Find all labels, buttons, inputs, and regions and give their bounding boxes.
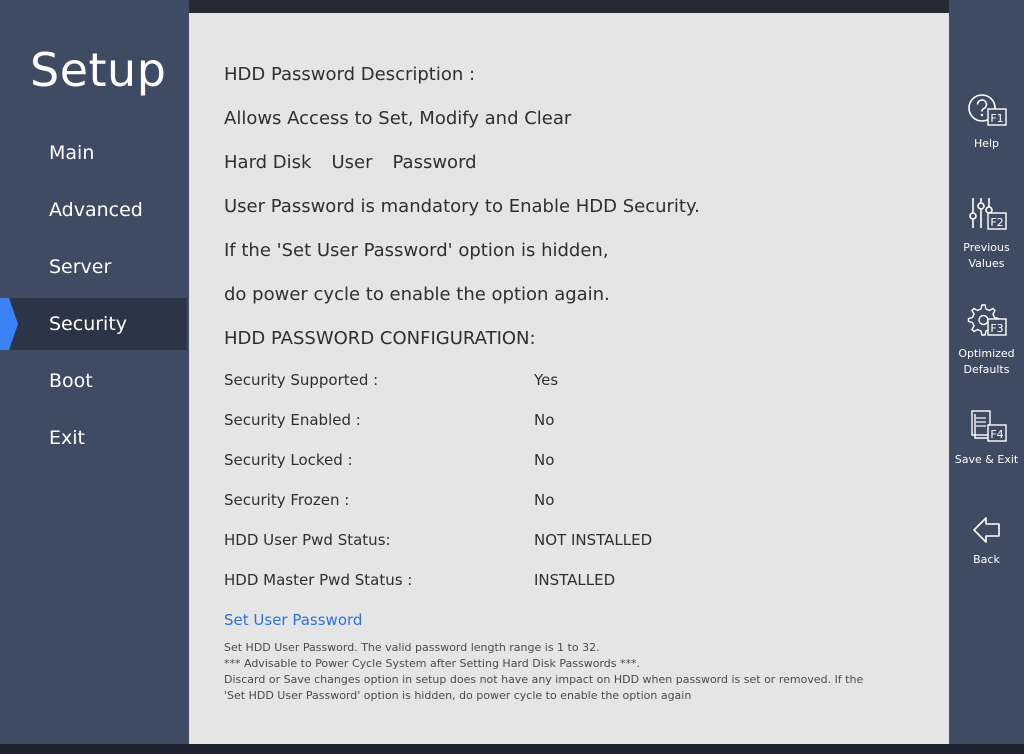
- save-exit-label: Save & Exit: [954, 453, 1019, 466]
- nav-item-security[interactable]: Security: [0, 298, 187, 350]
- status-value-master-pwd: INSTALLED: [534, 571, 616, 589]
- help-text: Set HDD User Password. The valid passwor…: [224, 640, 864, 704]
- description-line: Allows Access to Set, Modify and Clear: [224, 108, 572, 129]
- main-content-panel: HDD Password Description : Allows Access…: [189, 0, 949, 754]
- nav-item-label: Advanced: [49, 199, 143, 221]
- description-word: Hard Disk: [224, 152, 312, 173]
- nav-item-advanced[interactable]: Advanced: [0, 184, 187, 236]
- nav-item-boot[interactable]: Boot: [0, 355, 187, 407]
- nav-item-label: Exit: [49, 427, 85, 449]
- help-line: Discard or Save changes option in setup …: [224, 673, 864, 702]
- bottom-strip: [0, 744, 1024, 754]
- previous-values-label: Previous Values: [963, 241, 1010, 270]
- nav-item-server[interactable]: Server: [0, 241, 187, 293]
- optimized-defaults-key-text: F3: [990, 322, 1003, 335]
- save-document-icon: F4: [970, 410, 1007, 442]
- nav-item-exit[interactable]: Exit: [0, 412, 187, 464]
- help-label: Help: [973, 137, 1000, 150]
- description-line: User Password is mandatory to Enable HDD…: [224, 196, 700, 217]
- description-line: If the 'Set User Password' option is hid…: [224, 240, 609, 261]
- active-indicator-icon: [0, 298, 18, 350]
- save-exit-button[interactable]: F4 Save & Exit: [949, 408, 1024, 468]
- description-word: Password: [392, 152, 477, 173]
- description-word: User: [331, 152, 373, 173]
- status-value-user-pwd: NOT INSTALLED: [534, 531, 653, 549]
- left-sidebar: Setup Main Advanced Server Security Boot…: [0, 0, 189, 744]
- back-button[interactable]: Back: [949, 514, 1024, 568]
- set-user-password-link[interactable]: Set User Password: [224, 610, 362, 630]
- status-label-security-supported: Security Supported :: [224, 371, 379, 389]
- right-function-bar: F1 Help F2 Previous Values F3 Optimized …: [949, 0, 1024, 744]
- previous-values-button[interactable]: F2 Previous Values: [949, 196, 1024, 272]
- nav-item-main[interactable]: Main: [0, 127, 187, 179]
- nav-item-label: Server: [49, 256, 112, 278]
- nav-item-label: Main: [49, 142, 95, 164]
- status-value-security-frozen: No: [534, 491, 555, 509]
- help-line: *** Advisable to Power Cycle System afte…: [224, 657, 640, 670]
- previous-values-key-text: F2: [990, 216, 1003, 229]
- save-exit-key-text: F4: [990, 428, 1003, 441]
- optimized-defaults-label: Optimized Defaults: [958, 347, 1015, 376]
- status-label-security-enabled: Security Enabled :: [224, 411, 361, 429]
- nav-item-label: Security: [49, 313, 128, 335]
- status-label-user-pwd: HDD User Pwd Status:: [224, 531, 391, 549]
- help-icon: F1: [967, 94, 1007, 126]
- back-arrow-icon: [972, 517, 1000, 543]
- gear-icon: F3: [967, 304, 1007, 336]
- help-key-text: F1: [990, 112, 1003, 125]
- help-button[interactable]: F1 Help: [949, 92, 1024, 152]
- back-label: Back: [973, 553, 1000, 566]
- sidebar-title: Setup: [30, 43, 167, 97]
- help-line: Set HDD User Password. The valid passwor…: [224, 641, 600, 654]
- status-label-master-pwd: HDD Master Pwd Status :: [224, 571, 413, 589]
- content-top-bar: [189, 0, 949, 13]
- status-value-security-locked: No: [534, 451, 555, 469]
- status-value-security-enabled: No: [534, 411, 555, 429]
- description-line: Hard Disk User Password: [224, 151, 497, 175]
- nav-item-label: Boot: [49, 370, 93, 392]
- sliders-icon: F2: [968, 198, 1007, 230]
- description-line: do power cycle to enable the option agai…: [224, 284, 610, 305]
- description-heading: HDD Password Description :: [224, 64, 476, 85]
- status-label-security-frozen: Security Frozen :: [224, 491, 350, 509]
- status-label-security-locked: Security Locked :: [224, 451, 353, 469]
- status-value-security-supported: Yes: [534, 371, 559, 389]
- optimized-defaults-button[interactable]: F3 Optimized Defaults: [949, 302, 1024, 378]
- config-heading: HDD PASSWORD CONFIGURATION:: [224, 328, 536, 349]
